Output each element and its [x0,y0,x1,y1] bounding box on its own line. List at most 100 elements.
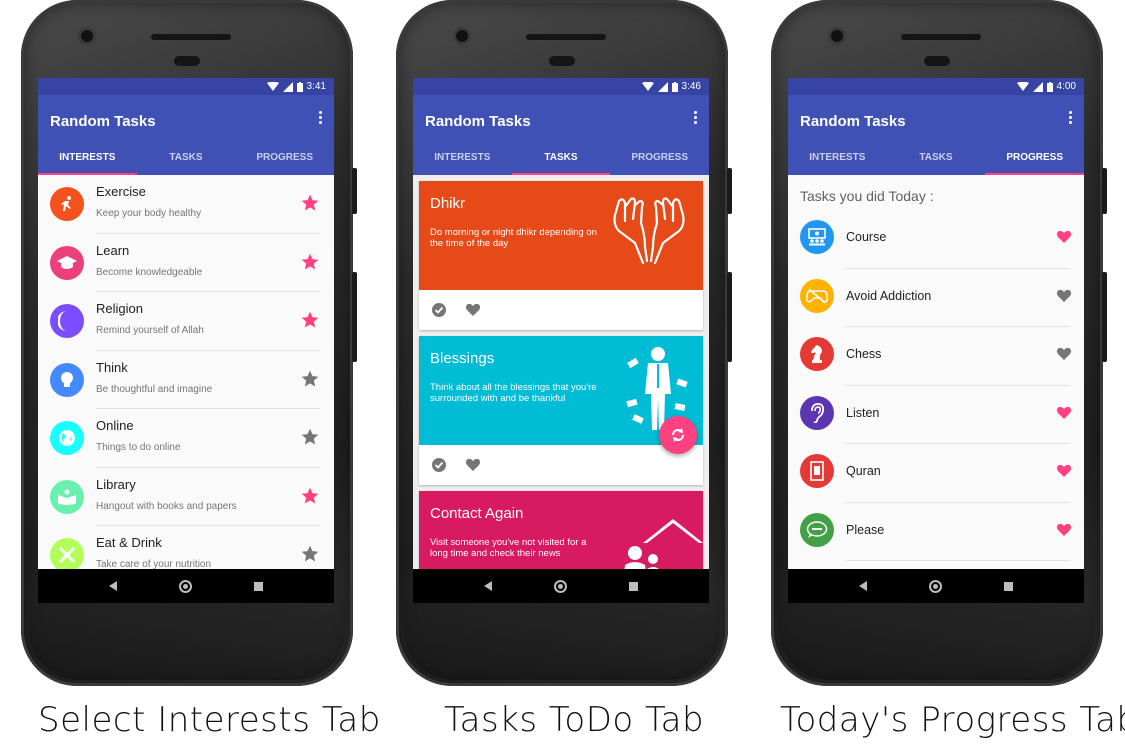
caption-progress: Today's Progress Tab [780,700,1125,740]
screen: 3:46 Random Tasks INTERESTS TASKS PROGRE… [413,78,709,603]
classroom-icon [800,220,834,254]
tab-interests[interactable]: INTERESTS [413,143,512,175]
clock: 4:00 [1056,81,1076,92]
phone-interests: 3:41 Random Tasks INTERESTS TASKS PROGRE… [21,0,357,686]
task-card[interactable]: Contact Again Visit someone you've not v… [419,491,703,569]
interest-desc: Hangout with books and papers [96,500,237,512]
star-icon[interactable] [300,369,320,389]
star-icon[interactable] [300,427,320,447]
interest-name: Think [96,359,128,375]
tab-interests[interactable]: INTERESTS [788,143,887,175]
heart-icon[interactable] [465,302,481,318]
task-card[interactable]: Dhikr Do morning or night dhikr dependin… [419,181,703,330]
heart-icon[interactable] [1056,288,1072,304]
battery-icon [671,81,678,92]
heart-icon[interactable] [1056,522,1072,538]
interest-name: Learn [96,242,130,258]
tab-progress[interactable]: PROGRESS [610,143,709,175]
tab-progress[interactable]: PROGRESS [235,143,334,175]
list-item[interactable]: Religion Remind yourself of Allah [38,292,334,351]
power-button [1102,168,1107,214]
heart-icon[interactable] [1056,346,1072,362]
interest-name: Eat & Drink [96,535,162,550]
power-button [727,168,732,214]
status-bar: 3:46 [413,78,709,95]
front-camera [81,30,93,42]
speech-bubble-icon [800,512,834,547]
clock: 3:46 [681,81,701,92]
recents-icon[interactable] [629,581,638,591]
interest-desc: Become knowledgeable [96,266,203,278]
interest-name: Religion [96,301,143,316]
clock: 3:41 [306,81,326,92]
recents-icon[interactable] [1004,581,1013,591]
list-item[interactable]: Please [788,503,1084,561]
star-icon[interactable] [300,252,320,272]
overflow-menu-icon[interactable] [691,111,699,127]
proximity-sensor [549,56,575,66]
interest-desc: Things to do online [96,442,181,453]
tab-interests[interactable]: INTERESTS [38,143,137,175]
list-item[interactable]: Learn Become knowledgeable [38,234,334,292]
interest-name: Online [96,418,134,433]
home-icon[interactable] [554,579,567,593]
back-icon[interactable] [859,581,867,591]
tab-tasks[interactable]: TASKS [137,143,236,175]
list-item[interactable]: Chess [788,327,1084,386]
tasks-list: Dhikr Do morning or night dhikr dependin… [413,175,709,569]
wifi-icon [1016,81,1029,91]
list-item[interactable]: Avoid Addiction [788,269,1084,327]
check-circle-icon[interactable] [431,302,447,318]
phone-progress: 4:00 Random Tasks INTERESTS TASKS PROGRE… [771,0,1107,686]
list-item[interactable]: Exercise Keep your body healthy [38,175,334,234]
list-item[interactable]: Online Things to do online [38,409,334,468]
star-icon[interactable] [300,193,320,213]
family-house-icon [624,519,703,569]
interests-list: Exercise Keep your body healthy Learn Be… [38,175,334,569]
list-item[interactable]: Quran [788,444,1084,503]
power-button [352,168,357,214]
list-item[interactable]: Listen [788,386,1084,444]
list-item[interactable]: Think Be thoughtful and imagine [38,351,334,409]
heart-icon[interactable] [1056,405,1072,421]
volume-button [1102,272,1107,362]
proximity-sensor [174,56,200,66]
card-desc: Visit someone you've not visited for a l… [430,537,587,559]
interest-desc: Keep your body healthy [96,208,202,219]
crescent-moon-icon [50,304,84,338]
task-card[interactable]: Blessings Think about all the blessings … [419,336,703,485]
star-icon[interactable] [300,544,320,564]
overflow-menu-icon[interactable] [1066,111,1074,127]
back-icon[interactable] [109,581,117,591]
signal-icon [1032,81,1043,92]
check-circle-icon[interactable] [431,457,447,473]
home-icon[interactable] [929,579,942,593]
star-icon[interactable] [300,310,320,330]
front-camera [831,30,843,42]
list-item[interactable]: Library Hangout with books and papers [38,468,334,526]
interest-name: Exercise [96,184,146,199]
list-item[interactable]: Eat & Drink Take care of your nutrition [38,526,334,569]
heart-icon[interactable] [1056,463,1072,479]
refresh-fab[interactable] [659,416,697,454]
tab-tasks[interactable]: TASKS [887,143,986,175]
signal-icon [657,81,668,92]
back-icon[interactable] [484,581,492,591]
tab-progress[interactable]: PROGRESS [985,143,1084,175]
heart-icon[interactable] [465,457,481,473]
star-icon[interactable] [300,486,320,506]
heart-icon[interactable] [1056,229,1072,245]
list-item[interactable]: Course [788,210,1084,269]
card-actions [419,290,703,330]
interest-desc: Remind yourself of Allah [96,325,204,336]
tab-bar: INTERESTS TASKS PROGRESS [38,143,334,175]
interest-desc: Be thoughtful and imagine [96,383,213,395]
overflow-menu-icon[interactable] [316,111,324,127]
card-title: Contact Again [430,505,524,522]
recents-icon[interactable] [254,581,263,591]
tab-tasks[interactable]: TASKS [511,143,611,175]
volume-button [352,272,357,362]
proximity-sensor [924,56,950,66]
home-icon[interactable] [179,579,192,593]
earpiece-speaker [526,34,606,40]
